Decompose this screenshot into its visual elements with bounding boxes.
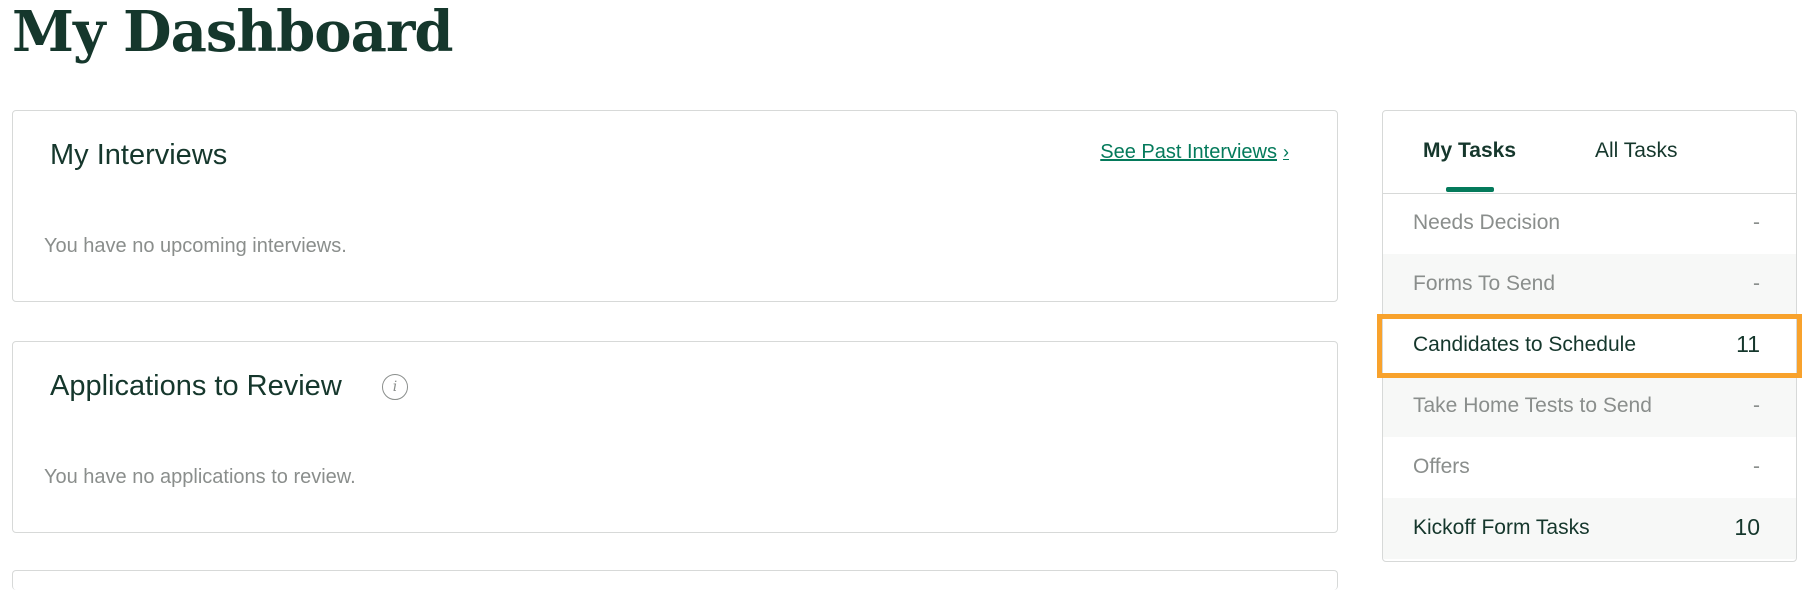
next-card xyxy=(12,570,1338,590)
active-tab-indicator xyxy=(1446,187,1494,192)
see-past-interviews-link[interactable]: See Past Interviews › xyxy=(1100,141,1289,164)
my-interviews-card: My Interviews See Past Interviews › You … xyxy=(12,110,1338,302)
chevron-right-icon: › xyxy=(1283,142,1289,162)
task-label: Candidates to Schedule xyxy=(1413,333,1636,356)
page-title: My Dashboard xyxy=(12,0,454,65)
task-row-needs-decision[interactable]: Needs Decision - xyxy=(1383,193,1796,254)
task-label: Offers xyxy=(1413,455,1470,478)
see-past-interviews-label: See Past Interviews xyxy=(1100,141,1277,163)
task-count: 11 xyxy=(1736,331,1760,357)
my-interviews-title: My Interviews xyxy=(50,139,228,171)
task-count: - xyxy=(1753,272,1760,295)
task-count: - xyxy=(1753,394,1760,417)
applications-to-review-title: Applications to Review xyxy=(50,370,342,402)
no-applications-text: You have no applications to review. xyxy=(44,466,356,488)
task-label: Needs Decision xyxy=(1413,211,1561,234)
info-icon[interactable]: i xyxy=(382,374,408,400)
no-interviews-text: You have no upcoming interviews. xyxy=(44,235,347,257)
task-count: 10 xyxy=(1734,514,1760,540)
task-label: Kickoff Form Tasks xyxy=(1413,516,1590,539)
task-row-candidates-to-schedule[interactable]: Candidates to Schedule 11 xyxy=(1383,315,1796,376)
task-row-forms-to-send[interactable]: Forms To Send - xyxy=(1383,254,1796,315)
tasks-panel: My Tasks All Tasks Needs Decision - Form… xyxy=(1377,110,1802,562)
task-label: Take Home Tests to Send xyxy=(1413,394,1652,417)
task-row-offers[interactable]: Offers - xyxy=(1383,437,1796,498)
task-label: Forms To Send xyxy=(1413,272,1556,295)
tab-my-tasks[interactable]: My Tasks xyxy=(1423,139,1516,163)
task-row-kickoff-form-tasks[interactable]: Kickoff Form Tasks 10 xyxy=(1383,498,1796,559)
task-count: - xyxy=(1753,211,1760,234)
task-count: - xyxy=(1753,455,1760,478)
applications-to-review-card: Applications to Review i You have no app… xyxy=(12,341,1338,533)
task-row-take-home-tests[interactable]: Take Home Tests to Send - xyxy=(1383,376,1796,437)
tasks-tabs: My Tasks All Tasks xyxy=(1383,111,1796,194)
tab-all-tasks[interactable]: All Tasks xyxy=(1595,139,1677,163)
